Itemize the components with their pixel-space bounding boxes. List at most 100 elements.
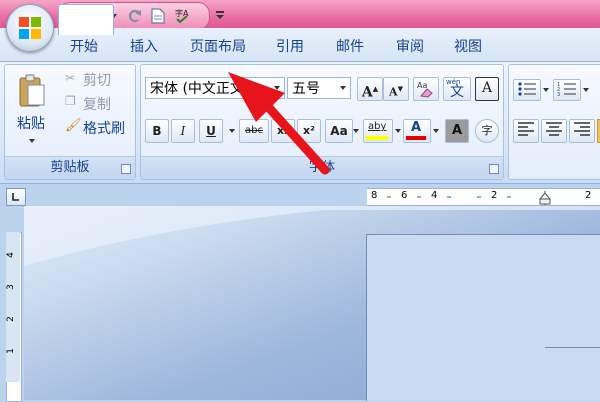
vruler-tick-label: 4 xyxy=(5,252,16,258)
paste-label[interactable]: 粘贴 xyxy=(17,113,45,133)
ruler-tick-label: 2 xyxy=(585,190,592,201)
grow-font-button[interactable]: A▲ xyxy=(357,77,383,101)
font-size-value: 五号 xyxy=(292,81,320,97)
tab-home[interactable]: 开始 xyxy=(70,36,98,56)
char-border-label: A xyxy=(481,80,493,96)
align-center-icon xyxy=(546,122,562,136)
font-name-value: 宋体 (中文正文) xyxy=(150,81,250,97)
tab-insert[interactable]: 插入 xyxy=(130,36,158,56)
align-center-button[interactable] xyxy=(541,119,567,143)
format-painter-button[interactable]: 格式刷 xyxy=(83,118,125,138)
copy-button[interactable]: 复制 xyxy=(83,94,111,114)
italic-label: I xyxy=(180,124,186,138)
paste-dropdown-icon[interactable] xyxy=(29,139,35,143)
vruler-tick-label: 3 xyxy=(5,284,16,290)
align-right-icon xyxy=(574,122,590,136)
font-color-swatch xyxy=(406,136,426,140)
new-doc-icon[interactable] xyxy=(149,7,167,25)
char-shading-label: A xyxy=(451,123,463,138)
horizontal-ruler[interactable]: 8 6 4 2 2 xyxy=(367,188,600,206)
scissors-icon: ✂ xyxy=(65,71,76,85)
grow-font-label: A xyxy=(361,84,373,101)
superscript-label: x² xyxy=(303,124,315,137)
clipboard-group-footer: 剪贴板 xyxy=(5,156,135,179)
tab-stop-selector[interactable] xyxy=(6,188,26,206)
bullets-dropdown-icon[interactable] xyxy=(543,88,549,92)
tab-view[interactable]: 视图 xyxy=(454,36,482,56)
ruler-tick-label: 4 xyxy=(431,190,438,201)
numbering-icon: 123 xyxy=(557,82,576,98)
subscript-button[interactable]: x₂ xyxy=(271,119,295,143)
vruler-tick-label: 2 xyxy=(5,316,16,322)
font-size-combo[interactable]: 五号 xyxy=(287,77,351,99)
bold-label: B xyxy=(152,124,162,138)
paste-icon[interactable] xyxy=(17,73,47,109)
underline-button[interactable]: U xyxy=(199,119,223,143)
highlight-dropdown-icon[interactable] xyxy=(395,129,401,133)
office-logo-icon xyxy=(19,17,41,39)
ruler-tick-label: 8 xyxy=(371,190,378,201)
copy-icon: ❐ xyxy=(65,94,76,108)
align-left-button[interactable] xyxy=(513,119,539,143)
char-border-button[interactable]: A xyxy=(475,77,499,101)
tab-stop-icon xyxy=(12,193,19,201)
change-case-dropdown-icon[interactable] xyxy=(353,129,359,133)
ruler-tick-label: 6 xyxy=(401,190,408,201)
shrink-font-label: A xyxy=(389,85,398,99)
font-name-dropdown-icon[interactable] xyxy=(274,86,280,90)
char-shading-button[interactable]: A xyxy=(445,119,469,143)
font-color-label: A xyxy=(411,120,422,135)
highlight-button[interactable]: aby xyxy=(363,119,393,143)
underline-label: U xyxy=(206,124,216,138)
tab-home-bg xyxy=(58,4,114,35)
subscript-label: x₂ xyxy=(277,124,289,137)
spelling-icon[interactable]: 字A xyxy=(173,7,191,25)
redo-icon[interactable] xyxy=(125,7,143,25)
document-page[interactable] xyxy=(366,234,600,401)
tab-review[interactable]: 审阅 xyxy=(396,36,424,56)
clipboard-launcher-icon[interactable] xyxy=(121,164,131,174)
bold-button[interactable]: B xyxy=(145,119,169,143)
paragraph-group: 123 xyxy=(508,64,600,180)
strikethrough-button[interactable]: abc xyxy=(239,119,269,143)
bullets-button[interactable] xyxy=(513,79,541,101)
font-name-combo[interactable]: 宋体 (中文正文) xyxy=(145,77,285,99)
align-right-button[interactable] xyxy=(569,119,595,143)
enclose-char-label: 字 xyxy=(481,124,493,137)
clipboard-group-label: 剪贴板 xyxy=(50,160,90,175)
cut-button[interactable]: 剪切 xyxy=(83,70,111,90)
font-color-dropdown-icon[interactable] xyxy=(433,129,439,133)
numbering-dropdown-icon[interactable] xyxy=(583,88,589,92)
font-launcher-icon[interactable] xyxy=(489,164,499,174)
format-painter-icon: 🖌 xyxy=(65,118,82,133)
tab-mailings[interactable]: 邮件 xyxy=(336,36,364,56)
font-color-button[interactable]: A xyxy=(403,119,431,143)
font-size-dropdown-icon[interactable] xyxy=(340,86,346,90)
font-group: 宋体 (中文正文) 五号 A▲ A▼ Aa wén 文 A B I U abc … xyxy=(140,64,504,180)
ruler-tick-label: 2 xyxy=(491,190,498,201)
eraser-icon: Aa xyxy=(417,81,433,98)
font-group-label: 字体 xyxy=(308,160,335,175)
underline-dropdown-icon[interactable] xyxy=(229,129,235,133)
phonetic-char: 文 xyxy=(450,84,464,100)
clipboard-group: 粘贴 ✂ 剪切 ❐ 复制 🖌 格式刷 剪贴板 xyxy=(4,64,136,180)
highlight-color-swatch xyxy=(366,136,388,140)
office-button[interactable] xyxy=(6,4,54,52)
font-group-footer: 字体 xyxy=(141,156,503,179)
enclose-char-button[interactable]: 字 xyxy=(475,119,499,143)
tab-page-layout[interactable]: 页面布局 xyxy=(190,36,246,56)
numbering-button[interactable]: 123 xyxy=(553,79,581,101)
tab-references[interactable]: 引用 xyxy=(276,36,304,56)
clear-format-button[interactable]: Aa xyxy=(413,77,439,101)
align-left-icon xyxy=(518,122,534,136)
change-case-button[interactable]: Aa xyxy=(325,119,353,143)
vertical-ruler-margin: 4 3 2 1 xyxy=(6,232,20,382)
superscript-button[interactable]: x² xyxy=(297,119,321,143)
phonetic-guide-button[interactable]: wén 文 xyxy=(443,77,471,101)
bullets-icon xyxy=(518,82,536,96)
change-case-label: Aa xyxy=(330,124,348,138)
strike-label: abc xyxy=(245,125,263,136)
shrink-font-button[interactable]: A▼ xyxy=(383,77,409,101)
italic-button[interactable]: I xyxy=(171,119,195,143)
customize-icon[interactable] xyxy=(216,15,224,19)
